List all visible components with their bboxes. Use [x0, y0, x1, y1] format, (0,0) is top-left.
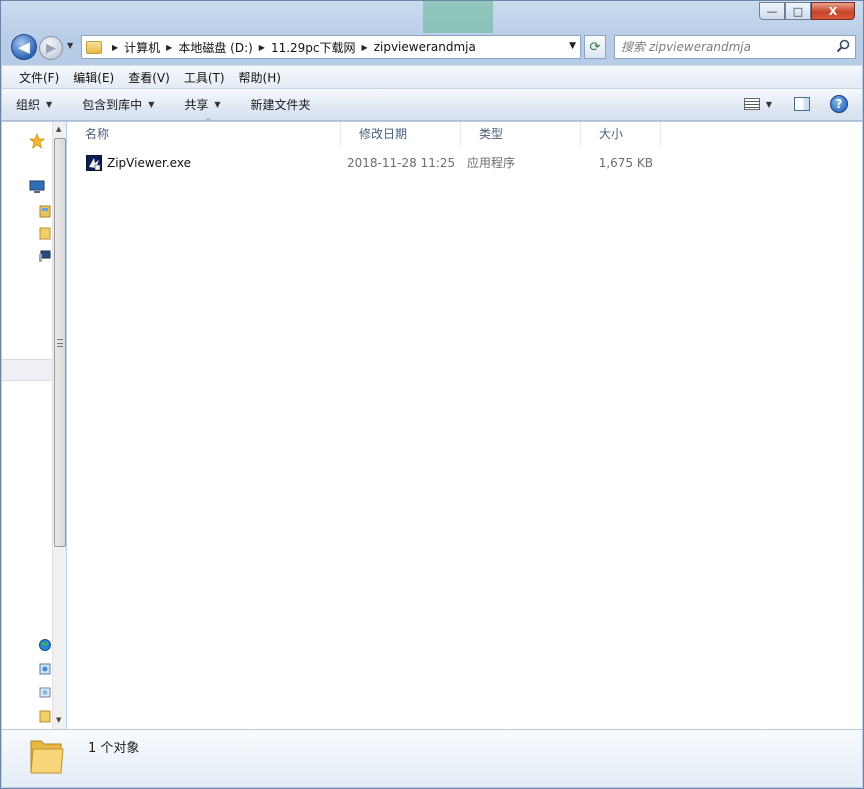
- file-date-modified: 2018-11-28 11:25: [347, 156, 456, 170]
- nav-scrollbar[interactable]: ▲ ▼: [52, 122, 66, 729]
- desktop-icon[interactable]: [29, 180, 45, 194]
- column-name[interactable]: 名称: [67, 122, 341, 146]
- chevron-down-icon: ▼: [214, 100, 221, 109]
- address-dropdown-button[interactable]: ▼: [569, 41, 576, 51]
- file-list: ^ 名称 修改日期 类型 大小 ZipViewer.exe 2018-11-28…: [67, 117, 862, 729]
- application-exe-icon: [86, 155, 102, 171]
- folder-icon: [30, 740, 64, 774]
- libraries-icon[interactable]: [38, 204, 52, 218]
- refresh-button[interactable]: ⟳: [584, 35, 606, 59]
- share-button[interactable]: 共享 ▼: [184, 96, 220, 113]
- menu-edit[interactable]: 编辑(E): [66, 69, 121, 86]
- chevron-down-icon: ▼: [148, 100, 155, 109]
- caption-buttons: — □ X: [759, 2, 855, 20]
- command-bar: 组织 ▼ 包含到库中 ▼ 共享 ▼ 新建文件夹 ▼ ?: [2, 89, 862, 121]
- column-size[interactable]: 大小: [581, 122, 661, 146]
- chevron-right-icon[interactable]: ▶: [112, 43, 118, 52]
- minimize-button[interactable]: —: [759, 2, 785, 20]
- folder-icon[interactable]: [38, 709, 52, 723]
- network-globe-icon[interactable]: [38, 638, 52, 652]
- organize-label: 组织: [16, 98, 41, 112]
- search-icon[interactable]: [836, 39, 850, 53]
- details-pane: 1 个对象: [2, 729, 862, 787]
- file-row[interactable]: ZipViewer.exe 2018-11-28 11:25 应用程序 1,67…: [83, 152, 663, 174]
- organize-button[interactable]: 组织 ▼: [16, 96, 52, 113]
- chevron-right-icon[interactable]: ▶: [259, 43, 265, 52]
- column-date-modified[interactable]: 修改日期: [341, 122, 461, 146]
- nav-separator: [2, 359, 52, 381]
- breadcrumb-current-folder[interactable]: zipviewerandmja: [374, 40, 476, 54]
- address-bar[interactable]: ▶ 计算机 ▶ 本地磁盘 (D:) ▶ 11.29pc下载网 ▶ zipview…: [81, 35, 581, 59]
- scrollbar-grip: [57, 339, 63, 347]
- chevron-down-icon: ▼: [46, 100, 53, 109]
- navigation-bar: ◀ ▶ ▼ ▶ 计算机 ▶ 本地磁盘 (D:) ▶ 11.29pc下载网 ▶ z…: [9, 32, 857, 62]
- scrollbar-thumb[interactable]: [54, 138, 66, 547]
- column-type[interactable]: 类型: [461, 122, 581, 146]
- new-folder-button[interactable]: 新建文件夹: [251, 96, 311, 113]
- breadcrumb-download-folder[interactable]: 11.29pc下载网: [271, 39, 356, 56]
- include-in-library-label: 包含到库中: [82, 98, 143, 112]
- change-view-icon[interactable]: [743, 98, 760, 110]
- background-title-overlay: [423, 1, 493, 33]
- chevron-right-icon[interactable]: ▶: [362, 43, 368, 52]
- include-in-library-button[interactable]: 包含到库中 ▼: [82, 96, 154, 113]
- file-size: 1,675 KB: [598, 156, 653, 170]
- forward-button[interactable]: ▶: [39, 36, 63, 60]
- menu-view[interactable]: 查看(V): [121, 69, 177, 86]
- favorites-star-icon[interactable]: [29, 133, 45, 149]
- new-folder-label: 新建文件夹: [250, 98, 311, 112]
- view-controls: ▼ ?: [743, 95, 848, 113]
- close-button[interactable]: X: [811, 2, 855, 20]
- breadcrumb-local-disk[interactable]: 本地磁盘 (D:): [178, 39, 252, 56]
- menu-tools[interactable]: 工具(T): [177, 69, 232, 86]
- control-panel-icon[interactable]: [38, 662, 52, 676]
- item-count: 1 个对象: [88, 741, 140, 756]
- computer-icon[interactable]: [38, 249, 52, 263]
- recent-pages-dropdown[interactable]: ▼: [67, 41, 73, 50]
- column-header: ^ 名称 修改日期 类型 大小: [67, 117, 862, 146]
- share-label: 共享: [184, 98, 209, 112]
- file-name: ZipViewer.exe: [107, 156, 191, 170]
- view-options-dropdown[interactable]: ▼: [766, 100, 772, 109]
- help-icon[interactable]: ?: [830, 95, 848, 113]
- back-button[interactable]: ◀: [11, 34, 37, 60]
- search-input[interactable]: [621, 40, 826, 54]
- menu-bar: 文件(F) 编辑(E) 查看(V) 工具(T) 帮助(H): [2, 65, 862, 89]
- navigation-pane: ▲ ▼: [2, 122, 66, 729]
- file-type: 应用程序: [467, 156, 516, 170]
- scroll-down-arrow[interactable]: ▼: [56, 716, 61, 724]
- folder-icon: [86, 40, 102, 54]
- breadcrumb-computer[interactable]: 计算机: [124, 39, 160, 56]
- menu-help[interactable]: 帮助(H): [232, 69, 288, 86]
- folder-icon[interactable]: [38, 226, 52, 240]
- scroll-up-arrow[interactable]: ▲: [56, 125, 61, 133]
- search-box[interactable]: [614, 35, 856, 59]
- explorer-window: — □ X ◀ ▶ ▼ ▶ 计算机 ▶ 本地磁盘 (D:) ▶ 11.29pc下…: [0, 0, 864, 789]
- menu-file[interactable]: 文件(F): [12, 69, 66, 86]
- devices-icon[interactable]: [38, 685, 52, 699]
- chevron-right-icon[interactable]: ▶: [166, 43, 172, 52]
- maximize-button[interactable]: □: [785, 2, 811, 20]
- preview-pane-icon[interactable]: [794, 97, 810, 111]
